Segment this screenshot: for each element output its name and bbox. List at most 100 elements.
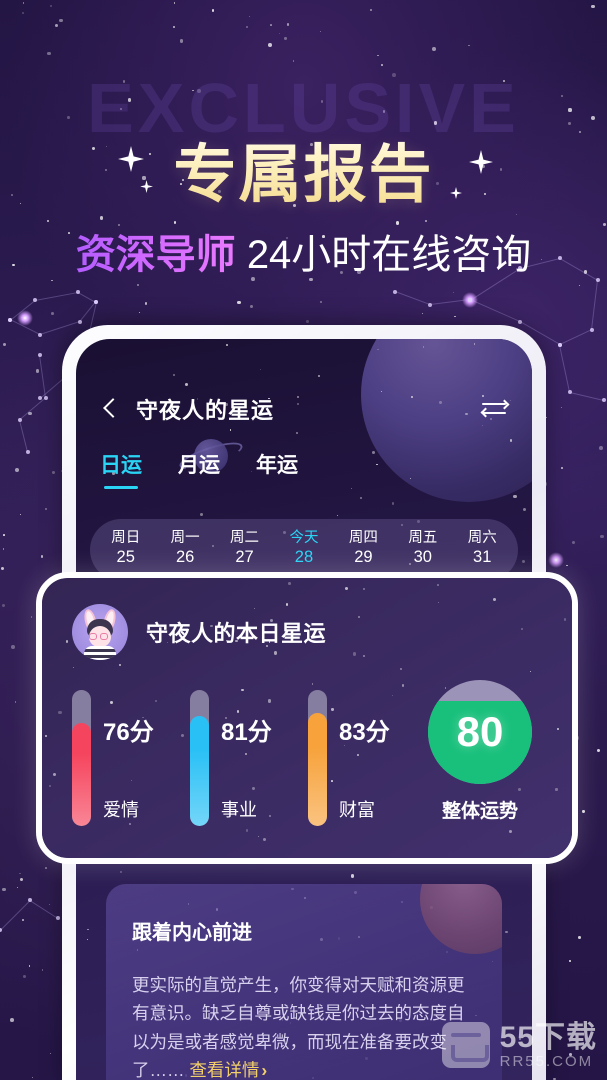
star [250, 304, 254, 309]
sparkle-icon [140, 180, 153, 193]
star [1, 604, 6, 608]
constellation-node [590, 328, 594, 332]
constellation-node [428, 303, 432, 307]
date-cell[interactable]: 周四 29 [348, 529, 378, 570]
star [591, 116, 596, 121]
date-cell[interactable]: 周日 25 [111, 530, 140, 570]
subtitle: 资深导师 24小时在线咨询 [0, 222, 607, 280]
star [35, 369, 40, 373]
star [72, 666, 75, 669]
star [572, 541, 576, 545]
app-header: 守夜人的星运 [76, 387, 532, 431]
star [245, 25, 249, 29]
overall-gauge: 80 [428, 680, 532, 784]
view-details-link[interactable]: 查看详情 › [189, 1060, 267, 1080]
constellation-line [0, 900, 31, 931]
view-details-label: 查看详情 [189, 1060, 260, 1080]
sparkle-icon [450, 187, 462, 199]
star [45, 508, 47, 510]
constellation-node [468, 298, 472, 302]
score-card-header: 守夜人的本日星运 [72, 604, 326, 660]
subtitle-highlight: 资深导师 [75, 233, 236, 277]
star [600, 534, 604, 538]
tab-yearly[interactable]: 年运 [256, 449, 298, 489]
date-day: 28 [294, 547, 314, 566]
date-cell[interactable]: 周二 27 [230, 530, 259, 570]
star [560, 467, 563, 470]
date-cell[interactable]: 今天 28 [289, 529, 319, 580]
constellation-node [33, 298, 37, 302]
star [19, 872, 21, 875]
star [269, 24, 272, 27]
star [591, 4, 595, 9]
score-bar-track [72, 690, 91, 826]
star [468, 44, 470, 47]
star [431, 46, 436, 51]
star [522, 559, 526, 564]
tab-monthly[interactable]: 月运 [178, 449, 220, 489]
chevron-right-icon: › [261, 1060, 268, 1080]
constellation-node [38, 396, 42, 400]
star [65, 640, 68, 643]
date-day: 27 [235, 547, 254, 566]
constellation-node [393, 290, 397, 294]
constellation-line [470, 299, 521, 322]
overall-fortune: 80 整体运势 [420, 680, 540, 823]
score-bar-fill [190, 715, 209, 826]
site-watermark: 55下载 RR55.COM [441, 1020, 597, 1071]
tab-daily[interactable]: 日运 [100, 449, 142, 489]
date-weekday: 周四 [348, 529, 378, 546]
star [173, 2, 176, 4]
subtitle-rest: 24小时在线咨询 [246, 233, 532, 277]
star [376, 463, 378, 465]
star [306, 320, 309, 323]
watermark-main-text: 55下载 [499, 1020, 597, 1054]
constellation-node [56, 916, 60, 920]
score-label: 事业 [221, 800, 257, 820]
star [31, 1077, 33, 1079]
constellation-node [468, 298, 472, 302]
score-value: 81分 [221, 719, 272, 746]
constellation-node [568, 390, 572, 394]
star [557, 727, 559, 730]
star [59, 18, 63, 23]
star [51, 279, 54, 282]
constellation-node [602, 398, 606, 402]
date-cell[interactable]: 周一 26 [170, 529, 200, 570]
star [139, 311, 141, 313]
date-cell[interactable]: 周五 30 [408, 529, 438, 570]
star [377, 54, 379, 57]
swap-arrows-icon[interactable] [480, 399, 510, 418]
star [317, 375, 320, 378]
star [380, 64, 383, 66]
date-weekday: 周六 [467, 529, 497, 546]
star [568, 108, 572, 112]
star [14, 468, 19, 473]
star [391, 501, 395, 505]
star [505, 931, 508, 934]
constellation-line [77, 292, 96, 303]
star [10, 1017, 15, 1022]
chevron-left-icon[interactable] [100, 398, 122, 420]
twinkle-star [462, 292, 478, 308]
star [87, 928, 89, 931]
constellation-node [76, 290, 80, 294]
constellation-line [19, 397, 46, 420]
star [45, 866, 48, 869]
constellation-node [8, 318, 12, 322]
score-meter: 83分 财富 [308, 690, 426, 826]
twinkle-star [548, 552, 564, 568]
sparkle-icon [118, 146, 144, 172]
star [437, 601, 439, 603]
date-cell[interactable]: 周六 31 [467, 529, 497, 570]
constellation-node [38, 333, 42, 337]
constellation-line [559, 345, 570, 393]
date-weekday: 周五 [408, 529, 438, 546]
constellation-node [78, 320, 82, 324]
constellation-line [395, 291, 431, 305]
date-weekday: 今天 [289, 529, 319, 546]
date-day: 26 [175, 547, 195, 566]
date-weekday: 周一 [170, 529, 200, 546]
star [312, 683, 314, 685]
star [16, 887, 19, 889]
